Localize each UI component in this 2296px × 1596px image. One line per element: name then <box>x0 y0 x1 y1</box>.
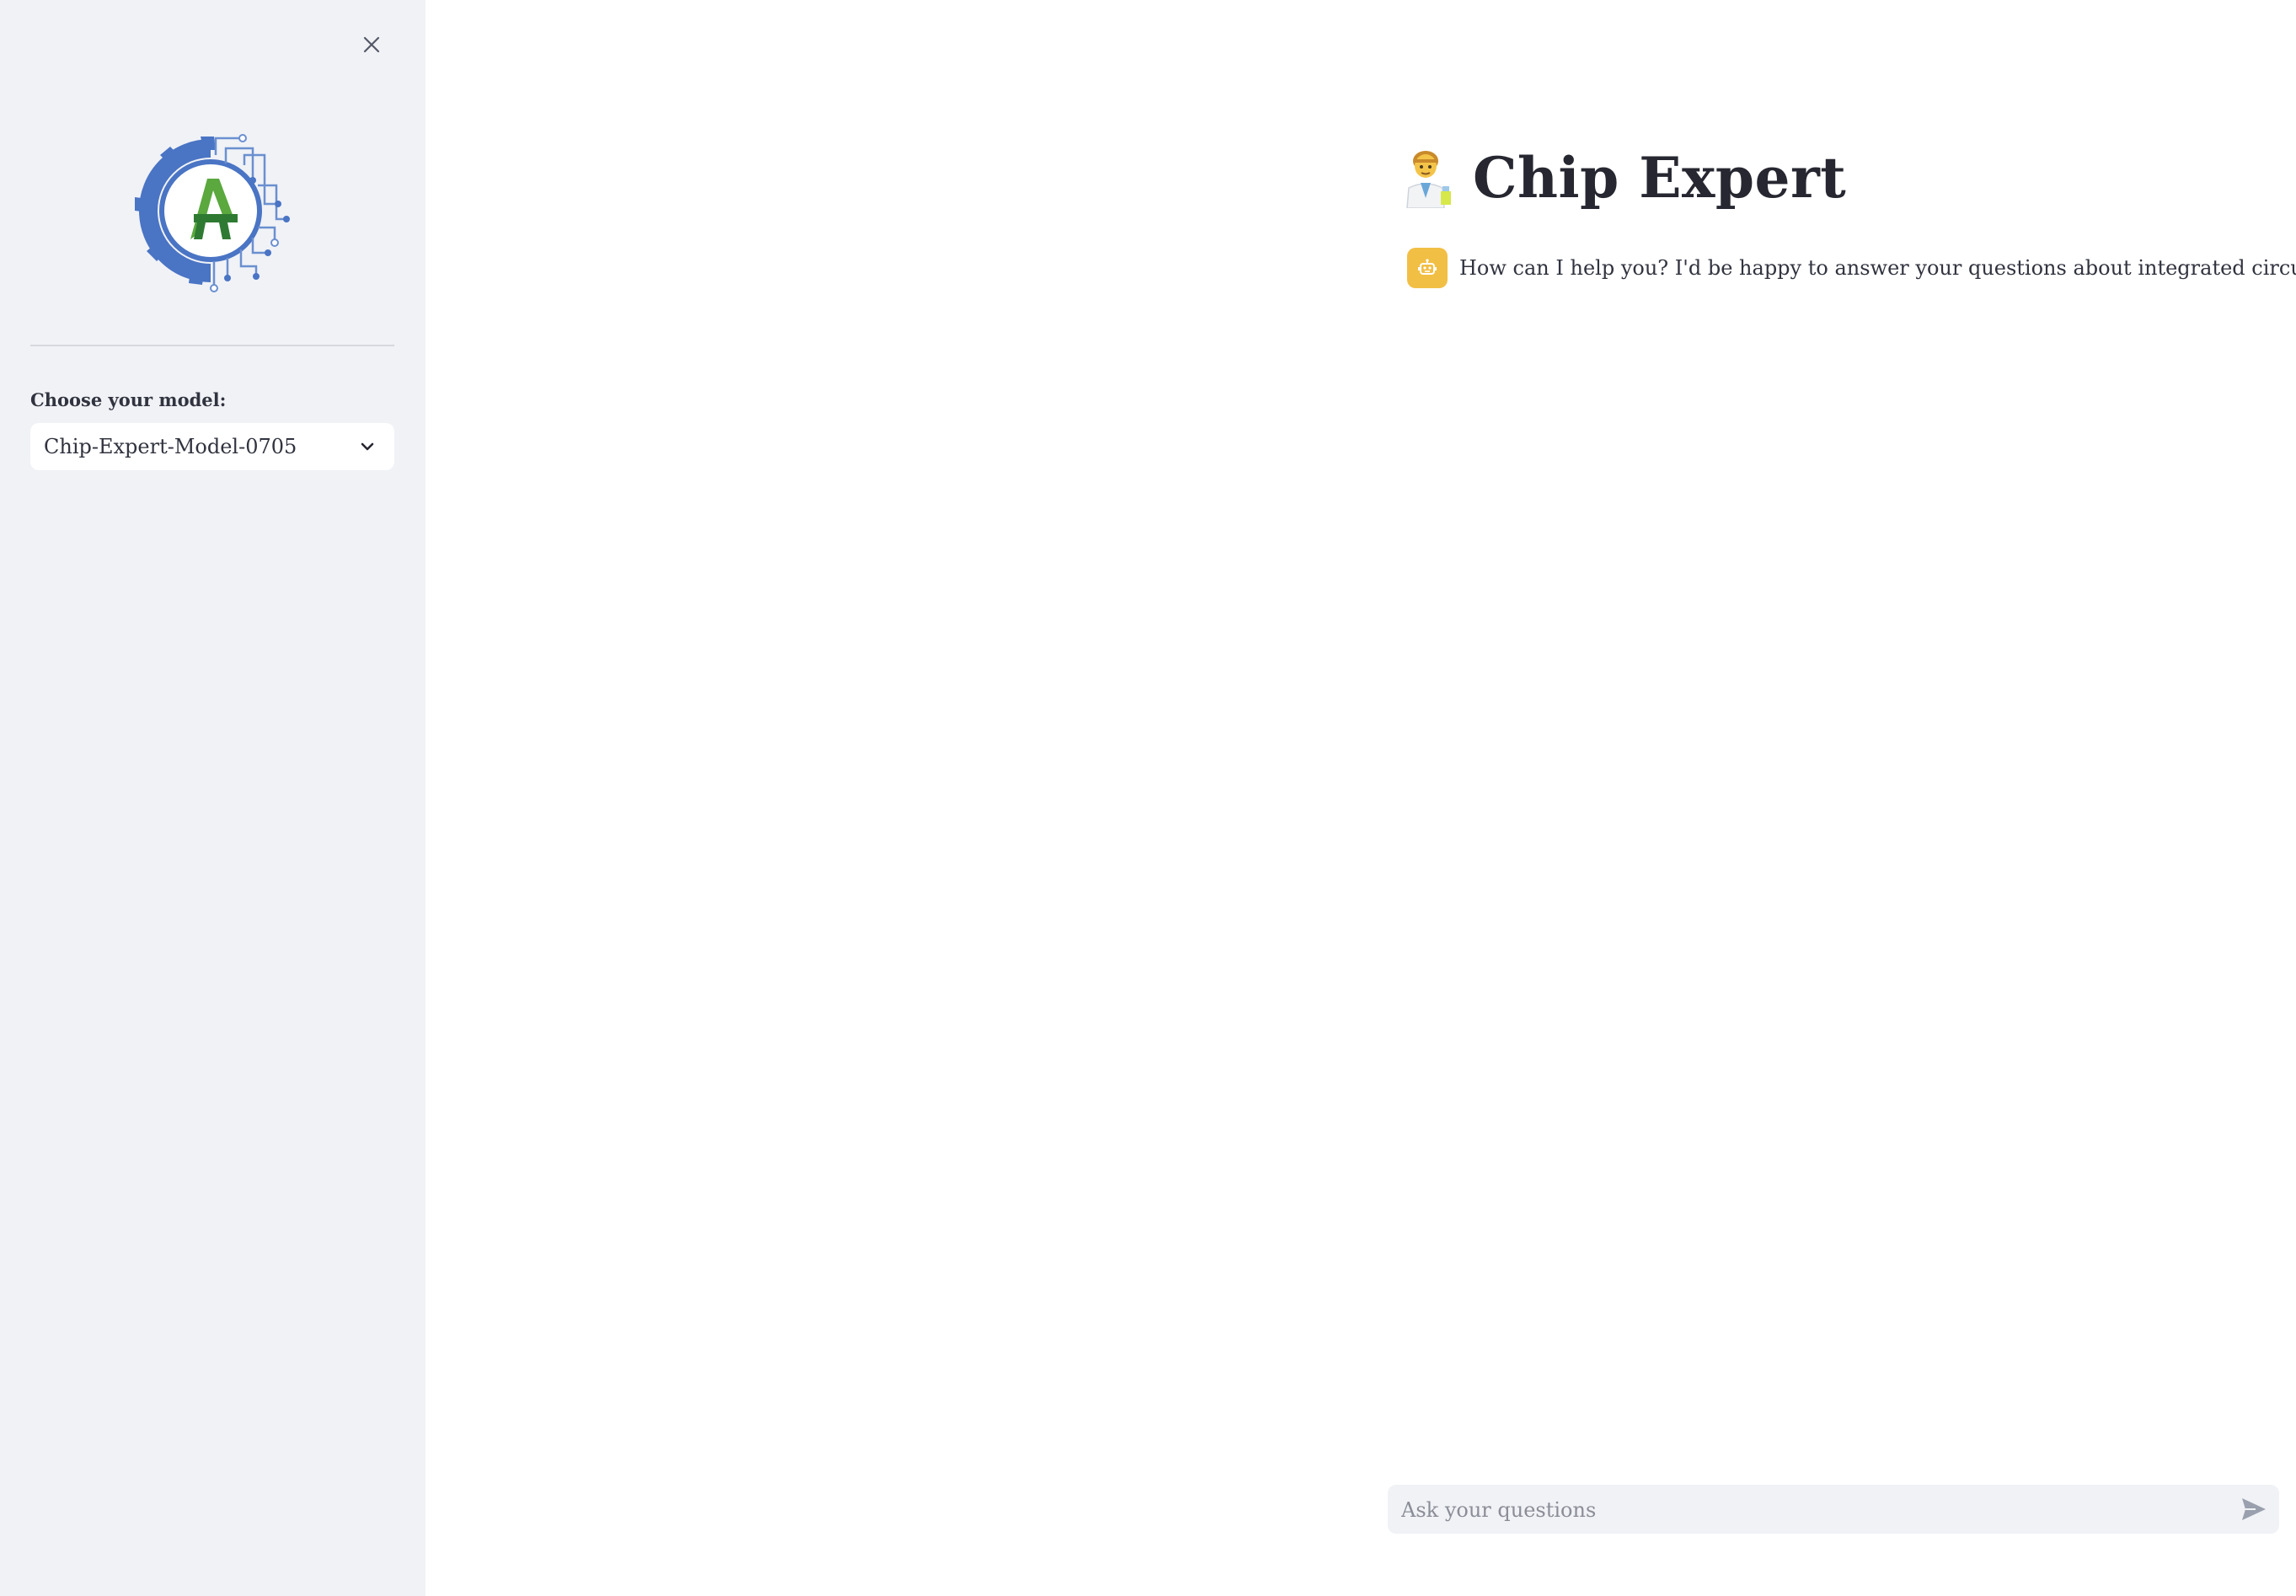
assistant-avatar <box>1407 248 1448 288</box>
close-icon <box>363 36 380 53</box>
chat-input[interactable] <box>1400 1485 2212 1535</box>
chevron-down-icon <box>361 442 374 451</box>
chat-message: How can I help you? I'd be happy to answ… <box>1407 248 2296 288</box>
app-root: Choose your model: Chip-Expert-Model-070… <box>0 0 2296 1596</box>
robot-icon <box>1418 259 1437 275</box>
page-title: Chip Expert <box>1473 145 1847 211</box>
page-header: Chip Expert <box>1400 140 1846 216</box>
sidebar-close-button[interactable] <box>357 30 386 59</box>
sidebar: Choose your model: Chip-Expert-Model-070… <box>0 0 425 1596</box>
app-logo <box>135 134 290 292</box>
model-select-value: Chip-Expert-Model-0705 <box>44 435 297 458</box>
model-select[interactable]: Chip-Expert-Model-0705 <box>30 423 394 470</box>
chat-message-text: How can I help you? I'd be happy to answ… <box>1459 256 2296 280</box>
sidebar-divider <box>30 345 394 346</box>
model-select-label: Choose your model: <box>30 389 227 410</box>
scientist-emoji-icon <box>1406 151 1451 208</box>
chat-input-container <box>1388 1485 2279 1535</box>
send-icon[interactable] <box>2240 1497 2267 1522</box>
